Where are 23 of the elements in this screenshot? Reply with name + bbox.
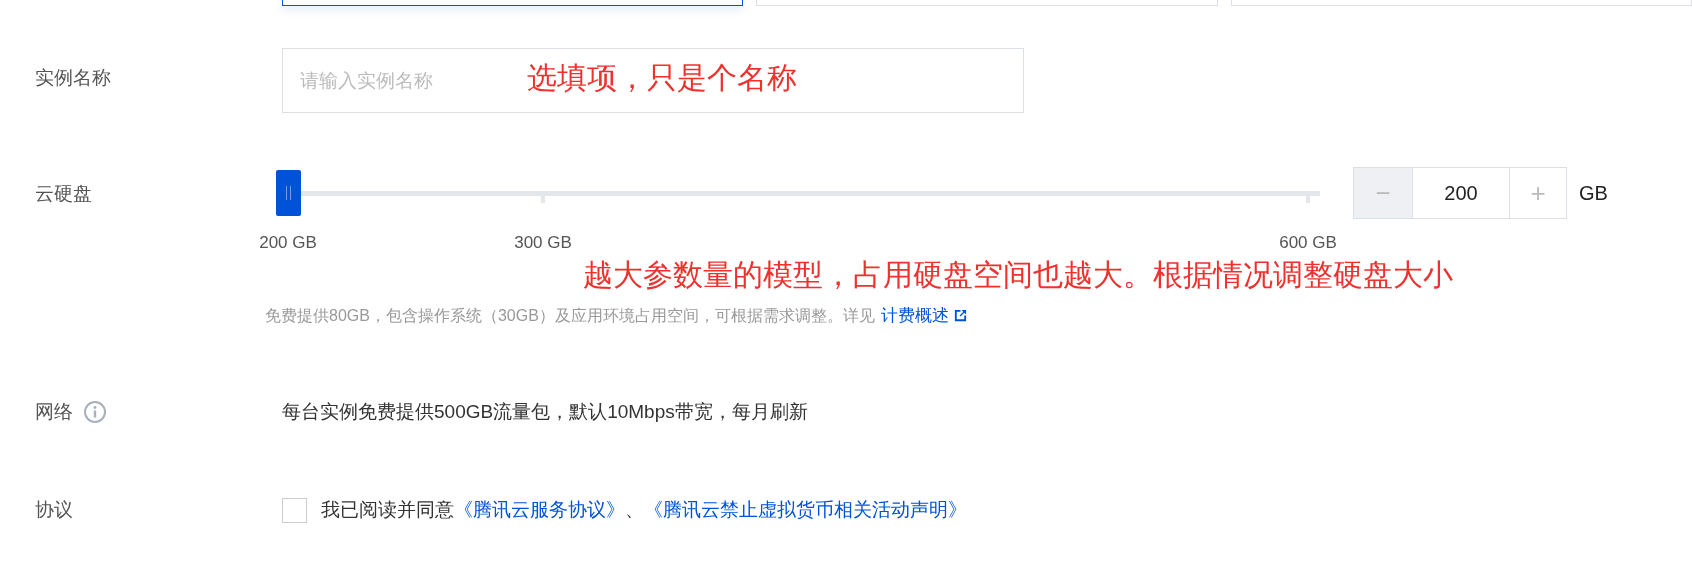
separator-text: 、 bbox=[625, 497, 644, 522]
agreement-checkbox[interactable] bbox=[282, 497, 307, 523]
billing-link[interactable]: 计费概述 bbox=[880, 303, 968, 329]
tick-label: 200 GB bbox=[259, 232, 317, 254]
agreement-link[interactable]: 《腾讯云禁止虚拟货币相关活动声明》 bbox=[644, 495, 967, 525]
agreement-link[interactable]: 《腾讯云服务协议》 bbox=[454, 495, 625, 525]
external-link-icon bbox=[952, 308, 968, 324]
network-description: 每台实例免费提供500GB流量包，默认10Mbps带宽，每月刷新 bbox=[282, 399, 808, 424]
unit-label: GB bbox=[1579, 181, 1608, 206]
field-label: 实例名称 bbox=[34, 66, 112, 90]
slider-thumb[interactable] bbox=[276, 170, 301, 216]
option-card[interactable] bbox=[282, 0, 744, 6]
disk-size-field[interactable]: 200 bbox=[1412, 168, 1510, 218]
agreement-text: 我已阅读并同意 bbox=[321, 497, 454, 522]
field-label: 云硬盘 bbox=[34, 182, 93, 206]
info-icon[interactable] bbox=[83, 400, 107, 424]
hint-text: 免费提供80GB，包含操作系统（30GB）及应用环境占用空间，可根据需求调整。详见 bbox=[265, 305, 875, 326]
tick-label: 600 GB bbox=[1279, 232, 1337, 254]
field-label: 网络 bbox=[35, 399, 73, 424]
field-label: 协议 bbox=[34, 497, 74, 522]
annotation-text: 越大参数量的模型，占用硬盘空间也越大。根据情况调整硬盘大小 bbox=[583, 257, 1453, 293]
annotation-label: 选填项，只是个名称 bbox=[527, 60, 797, 96]
tick-label: 300 GB bbox=[514, 232, 572, 254]
